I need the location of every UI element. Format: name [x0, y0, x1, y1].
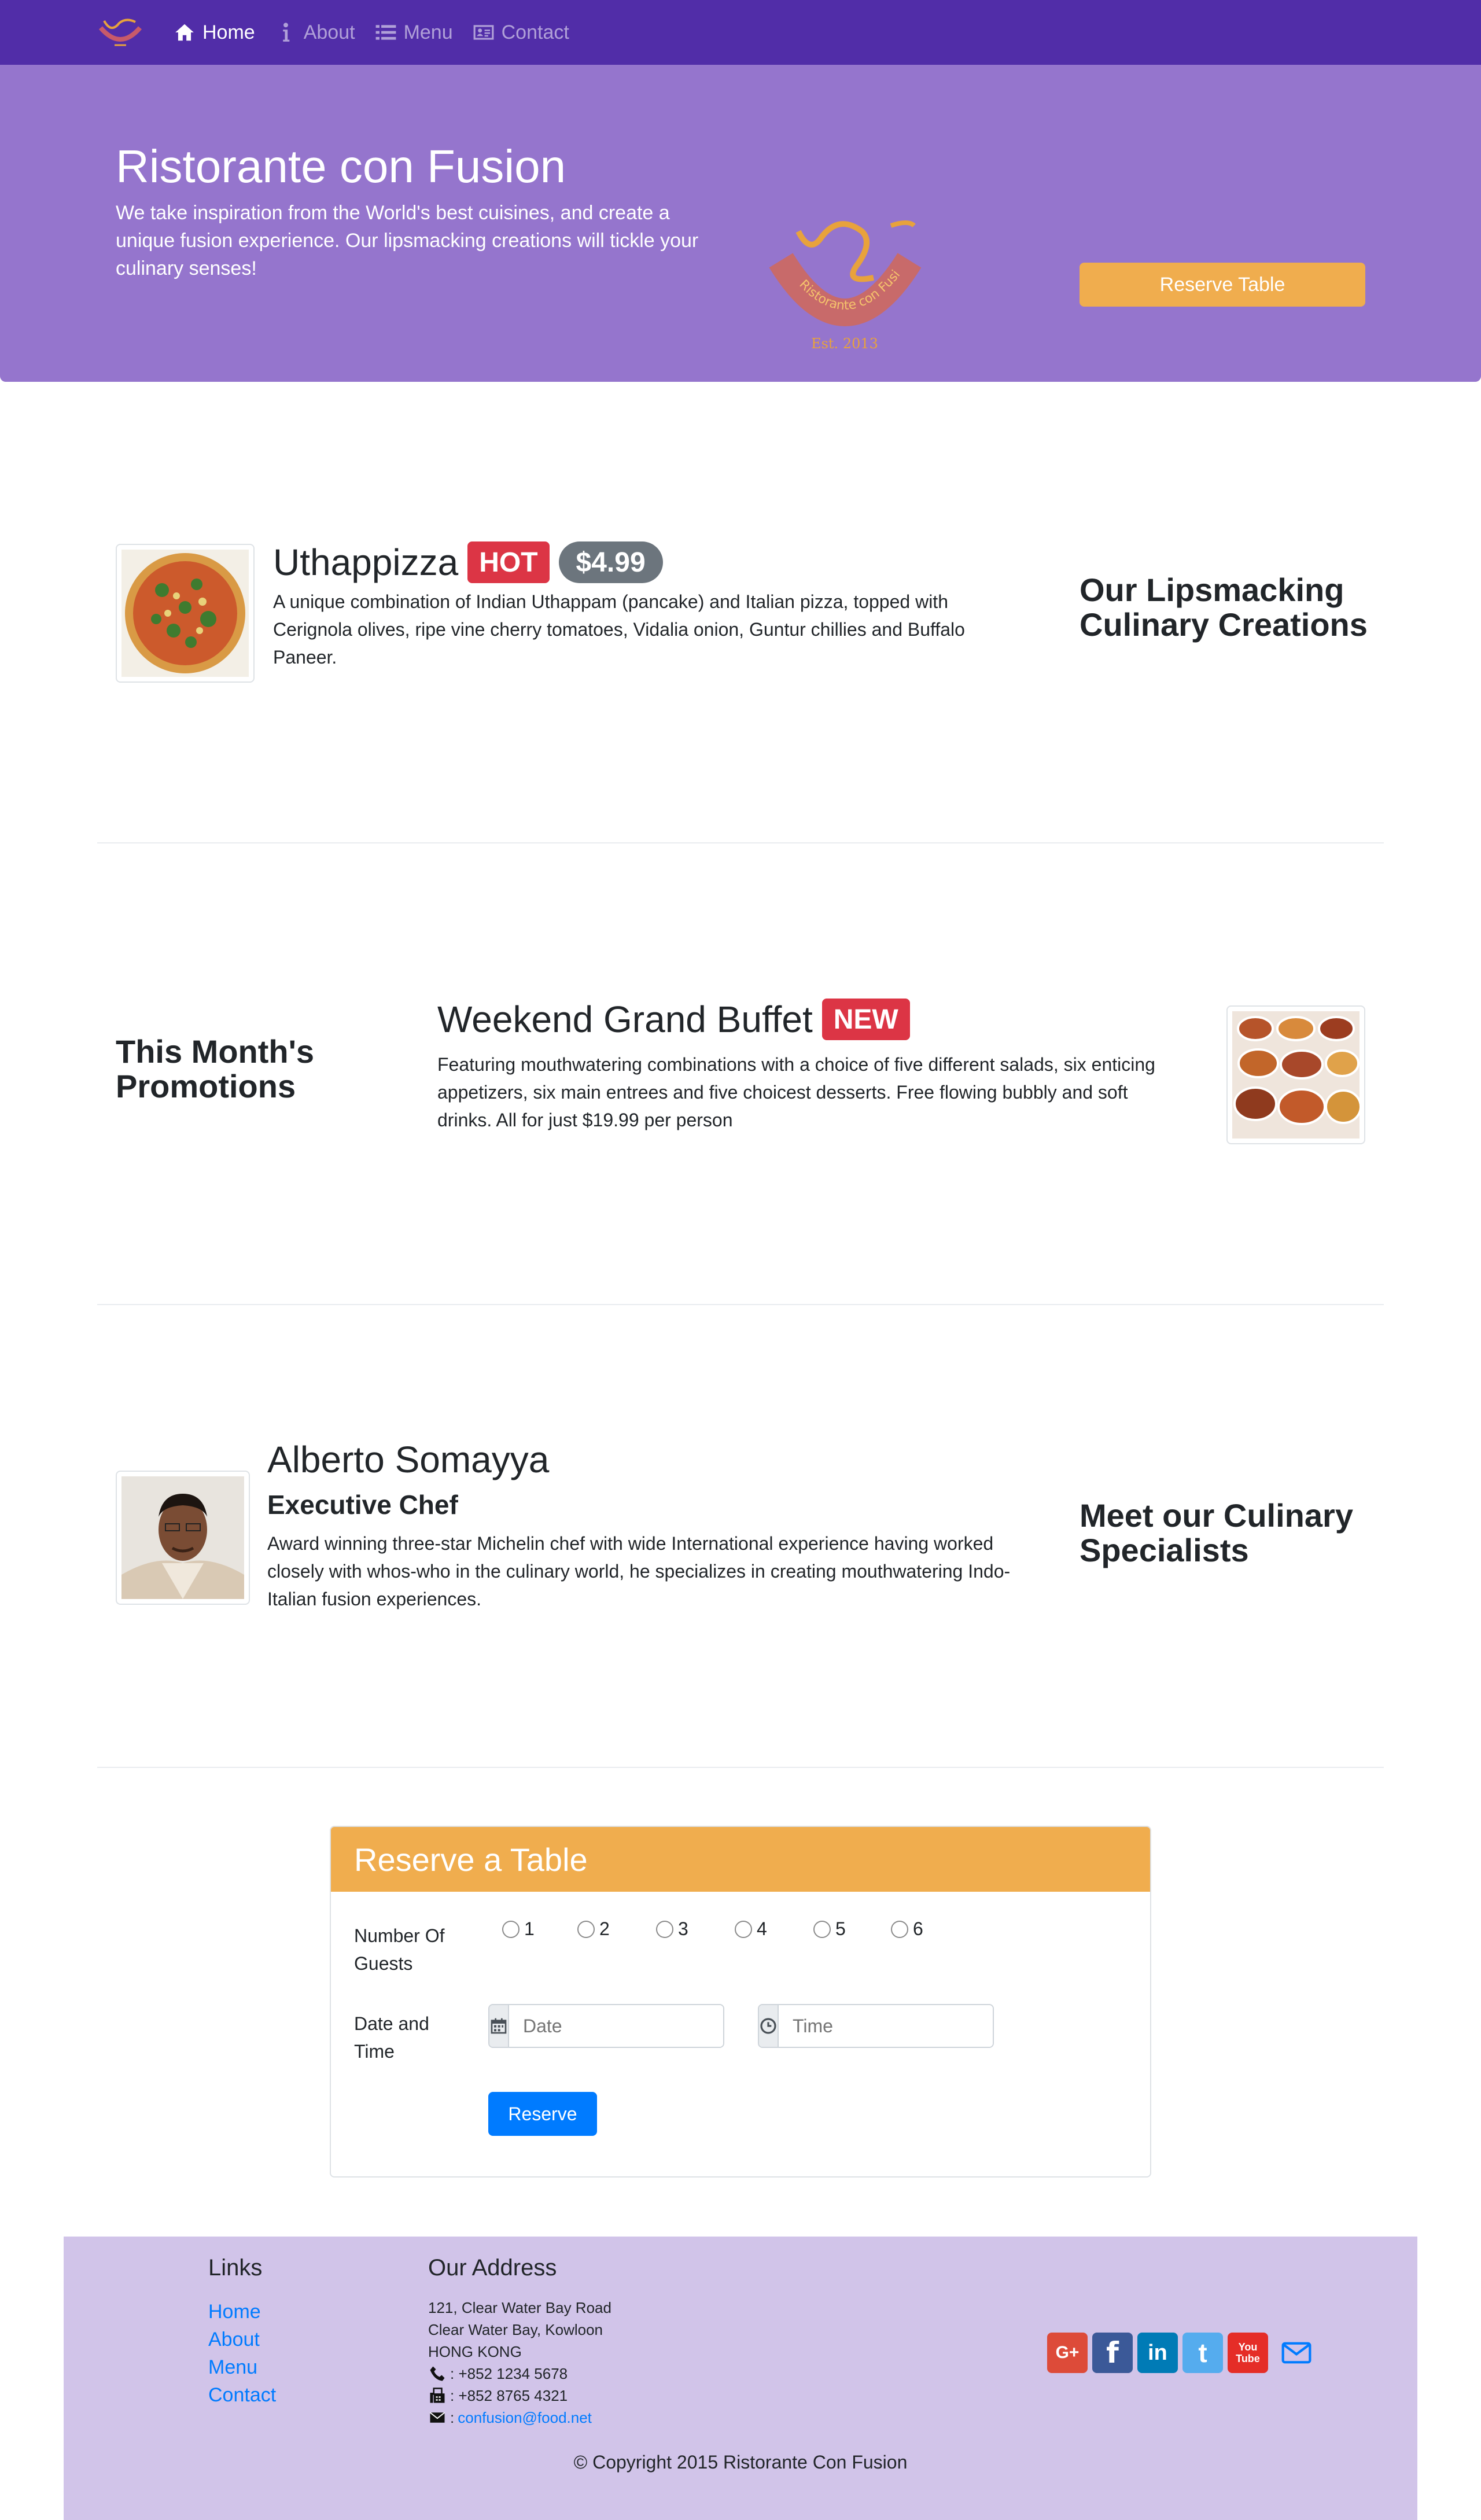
- footer: Links Home About Menu Contact Our Addres…: [64, 2237, 1417, 2520]
- home-icon: [175, 24, 194, 41]
- guest-option-label: 6: [913, 1918, 923, 1939]
- twitter-icon[interactable]: t: [1182, 2333, 1223, 2373]
- footer-address: 121, Clear Water Bay Road Clear Water Ba…: [428, 2297, 611, 2429]
- radio-circle[interactable]: [656, 1920, 673, 1938]
- brand-logo[interactable]: [97, 16, 143, 50]
- list-icon: [375, 25, 396, 40]
- nav-home-label: Home: [202, 21, 255, 43]
- reserve-submit-button[interactable]: Reserve: [488, 2092, 597, 2136]
- datetime-label: Date and Time: [354, 2013, 429, 2062]
- reserve-card: Reserve a Table Number Of Guests 1 2 3 4…: [330, 1826, 1151, 2178]
- address-line: 121, Clear Water Bay Road: [428, 2299, 611, 2316]
- clock-icon: [759, 2005, 779, 2047]
- dish-name: Uthappizza: [273, 541, 459, 583]
- promotion-section-title: This Month's Promotions: [116, 1033, 315, 1104]
- footer-links-title: Links: [208, 2255, 263, 2280]
- nav-menu-label: Menu: [403, 21, 453, 43]
- jumbotron: Ristorante con Fusion We take inspiratio…: [0, 65, 1481, 382]
- leader-section: Alberto Somayya Executive Chef Award win…: [0, 1305, 1481, 1768]
- footer-link-contact[interactable]: Contact: [208, 2381, 276, 2409]
- navbar: Home About Menu Contact: [0, 0, 1481, 65]
- chef-description: Award winning three-star Michelin chef w…: [267, 1533, 1011, 1609]
- new-badge: NEW: [821, 999, 910, 1040]
- radio-circle[interactable]: [891, 1920, 908, 1938]
- linkedin-icon[interactable]: in: [1137, 2333, 1178, 2373]
- time-input-group: [758, 2004, 994, 2048]
- reserve-table-button[interactable]: Reserve Table: [1080, 263, 1365, 307]
- chef-photo: [116, 1471, 250, 1605]
- facebook-icon[interactable]: f: [1092, 2333, 1133, 2373]
- time-input[interactable]: [779, 2005, 993, 2047]
- google-plus-icon[interactable]: G+: [1047, 2333, 1088, 2373]
- guests-label: Number Of Guests: [354, 1925, 445, 1974]
- guest-option-label: 5: [835, 1918, 846, 1939]
- phone-icon: [430, 2366, 445, 2381]
- nav-menu[interactable]: Menu: [375, 21, 453, 44]
- radio-circle[interactable]: [577, 1920, 595, 1938]
- restaurant-logo: Ristorante con Fusion Est. 2013: [754, 203, 931, 359]
- promotion-name: Weekend Grand Buffet: [437, 999, 813, 1040]
- fax-number: : +852 8765 4321: [450, 2387, 568, 2404]
- leader-section-title: Meet our Culinary Specialists: [1080, 1497, 1353, 1568]
- info-icon: [282, 23, 290, 42]
- guest-radio-3[interactable]: 3: [656, 1918, 688, 1940]
- restaurant-title: Ristorante con Fusion: [116, 141, 566, 192]
- calendar-icon: [489, 2005, 509, 2047]
- chef-designation: Executive Chef: [267, 1490, 458, 1520]
- dish-heading: Uthappizza HOT $4.99: [273, 533, 663, 591]
- footer-links: Home About Menu Contact: [208, 2298, 276, 2409]
- promotion-image: [1226, 1005, 1365, 1144]
- hot-badge: HOT: [467, 541, 550, 583]
- guest-radio-5[interactable]: 5: [813, 1918, 846, 1940]
- nav-contact[interactable]: Contact: [473, 21, 569, 44]
- footer-link-about[interactable]: About: [208, 2326, 276, 2353]
- address-line: HONG KONG: [428, 2343, 522, 2360]
- social-links: G+ f in t You Tube: [1047, 2333, 1317, 2373]
- promotion-description: Featuring mouthwatering combinations wit…: [437, 1054, 1155, 1130]
- copyright: © Copyright 2015 Ristorante Con Fusion: [573, 2452, 908, 2473]
- date-input-group: [488, 2004, 724, 2048]
- footer-link-menu[interactable]: Menu: [208, 2353, 276, 2381]
- chef-name: Alberto Somayya: [267, 1439, 550, 1480]
- address-line: Clear Water Bay, Kowloon: [428, 2321, 603, 2338]
- radio-circle[interactable]: [735, 1920, 752, 1938]
- guest-radio-6[interactable]: 6: [891, 1918, 923, 1940]
- divider: [97, 1767, 1384, 1768]
- promotion-heading: Weekend Grand Buffet NEW: [437, 996, 910, 1042]
- guest-radio-2[interactable]: 2: [577, 1918, 610, 1940]
- dish-description: A unique combination of Indian Uthappam …: [273, 591, 965, 668]
- nav-about[interactable]: About: [275, 21, 355, 44]
- guest-radio-1[interactable]: 1: [502, 1918, 535, 1940]
- fax-icon: [430, 2388, 445, 2403]
- radio-circle[interactable]: [813, 1920, 831, 1938]
- address-card-icon: [473, 25, 494, 40]
- promotion-section: This Month's Promotions Weekend Grand Bu…: [0, 843, 1481, 1306]
- dish-image: [116, 544, 255, 683]
- guest-option-label: 4: [757, 1918, 767, 1939]
- date-input[interactable]: [509, 2005, 723, 2047]
- radio-circle[interactable]: [502, 1920, 520, 1938]
- guest-option-label: 2: [599, 1918, 610, 1939]
- mail-envelope-icon[interactable]: [1276, 2333, 1317, 2373]
- price-badge: $4.99: [558, 541, 663, 583]
- email-link[interactable]: confusion@food.net: [458, 2407, 592, 2429]
- dish-section-title: Our Lipsmacking Culinary Creations: [1080, 572, 1368, 643]
- phone-number: : +852 1234 5678: [450, 2365, 568, 2382]
- youtube-icon[interactable]: You Tube: [1228, 2333, 1268, 2373]
- guest-option-label: 1: [524, 1918, 535, 1939]
- logo-est: Est. 2013: [811, 336, 878, 352]
- nav-about-label: About: [303, 21, 355, 43]
- footer-address-title: Our Address: [428, 2255, 557, 2280]
- envelope-icon: [429, 2412, 445, 2423]
- nav-contact-label: Contact: [501, 21, 569, 43]
- footer-link-home[interactable]: Home: [208, 2298, 276, 2326]
- guest-option-label: 3: [678, 1918, 688, 1939]
- restaurant-description: We take inspiration from the World's bes…: [116, 202, 699, 279]
- reserve-card-header: Reserve a Table: [331, 1827, 1150, 1892]
- nav-home[interactable]: Home: [174, 21, 255, 44]
- dish-section: Uthappizza HOT $4.99 A unique combinatio…: [0, 382, 1481, 845]
- guest-radio-4[interactable]: 4: [735, 1918, 767, 1940]
